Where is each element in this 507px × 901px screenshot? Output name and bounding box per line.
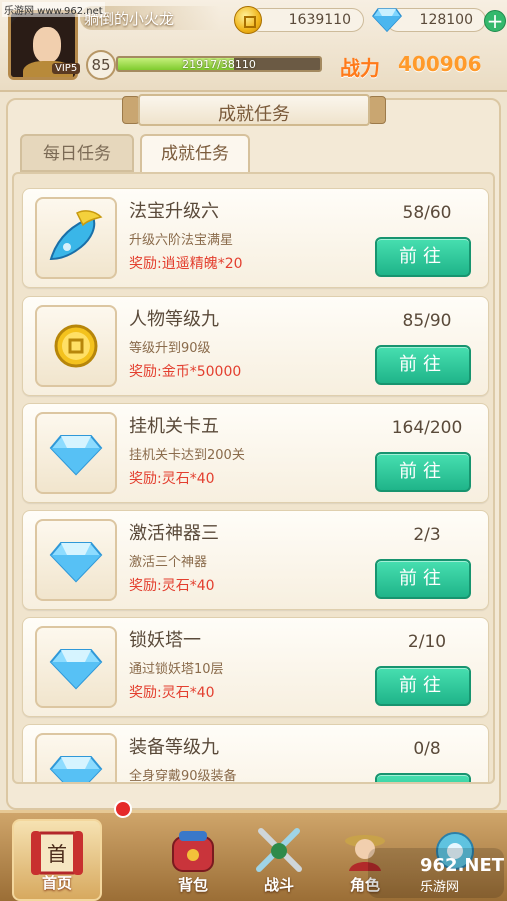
backpack-icon (172, 831, 214, 872)
power-value: 400906 (398, 52, 482, 76)
task-icon-slot (35, 733, 117, 782)
task-desc: 通过锁妖塔10层 (129, 662, 224, 677)
gold-coin-icon (54, 324, 98, 368)
site-watermark: 乐游网 www.962.net (2, 2, 105, 17)
task-progress: 58/60 (402, 203, 452, 223)
nav-backpack[interactable]: 背包 (148, 819, 238, 901)
task-reward: 奖励:灵石*40 (129, 685, 215, 701)
svg-text:首: 首 (47, 842, 67, 866)
task-icon-slot (35, 197, 117, 279)
go-button[interactable]: 前往 (375, 559, 471, 599)
task-desc: 激活三个神器 (129, 555, 208, 570)
list-item: 法宝升级六 升级六阶法宝满星 奖励:逍遥精魄*20 58/60 前往 (22, 188, 489, 288)
diamond-amount: 128100 (419, 12, 473, 28)
task-name: 装备等级九 (129, 737, 219, 758)
nav-battle[interactable]: 战斗 (234, 819, 324, 901)
diamond-icon (49, 649, 103, 690)
gold-amount: 1639110 (288, 12, 351, 28)
task-icon-slot (35, 519, 117, 601)
task-icon-slot (35, 305, 117, 387)
gold-counter: 1639110 (248, 8, 364, 32)
list-item: 锁妖塔一 通过锁妖塔10层 奖励:灵石*40 2/10 前往 (22, 617, 489, 717)
player-level: 85 (86, 50, 116, 80)
task-progress: 0/8 (413, 739, 441, 759)
task-reward: 奖励:金币*50000 (129, 364, 242, 380)
task-name: 法宝升级六 (129, 201, 219, 222)
task-name: 锁妖塔一 (129, 630, 201, 651)
task-name: 激活神器三 (129, 523, 219, 544)
nav-home[interactable]: 首 首页 (12, 819, 102, 901)
power-label: 战力 (340, 56, 380, 80)
list-item: 装备等级九 全身穿戴90级装备 0/8 前往 (22, 724, 489, 784)
task-desc: 挂机关卡达到200关 (129, 448, 245, 463)
diamond-icon (49, 435, 103, 476)
task-reward: 奖励:灵石*40 (129, 578, 215, 594)
list-item: 激活神器三 激活三个神器 奖励:灵石*40 2/3 前往 (22, 510, 489, 610)
vip-badge: VIP5 (52, 63, 81, 74)
nav-backpack-label: 背包 (177, 876, 208, 894)
swords-icon (256, 828, 302, 872)
nav-home-label: 首页 (41, 874, 72, 892)
gold-coin-icon (234, 6, 262, 34)
diamond-icon (49, 542, 103, 583)
panel-title: 成就任务 (218, 104, 290, 125)
panel-title-banner: 成就任务 (138, 90, 370, 130)
title-scroll-right (368, 96, 386, 124)
go-button[interactable]: 前往 (375, 666, 471, 706)
task-desc: 等级升到90级 (129, 341, 211, 356)
go-button[interactable]: 前往 (375, 345, 471, 385)
tab-achievement-tasks[interactable]: 成就任务 (140, 134, 250, 172)
nav-battle-label: 战斗 (263, 876, 294, 894)
task-reward: 奖励:灵石*40 (129, 471, 215, 487)
task-icon-slot (35, 626, 117, 708)
brand-text: 962.NET (420, 855, 505, 876)
diamond-icon (372, 8, 402, 32)
go-button[interactable]: 前往 (375, 237, 471, 277)
task-name: 挂机关卡五 (129, 416, 219, 437)
tab-daily-tasks[interactable]: 每日任务 (20, 134, 134, 172)
exp-text: 21917/38110 (182, 58, 256, 71)
task-desc: 全身穿戴90级装备 (129, 769, 237, 784)
magic-artifact-icon (49, 210, 103, 261)
task-progress: 2/3 (413, 525, 441, 545)
list-item: 挂机关卡五 挂机关卡达到200关 奖励:灵石*40 164/200 前往 (22, 403, 489, 503)
brand-sub: 乐游网 (420, 880, 460, 895)
task-desc: 升级六阶法宝满星 (129, 233, 234, 248)
go-button[interactable]: 前往 (375, 773, 471, 782)
task-progress: 2/10 (407, 632, 447, 652)
task-progress: 164/200 (391, 418, 463, 438)
task-name: 人物等级九 (129, 309, 219, 330)
task-progress: 85/90 (402, 311, 452, 331)
notification-dot (114, 800, 132, 818)
task-reward: 奖励:逍遥精魄*20 (129, 256, 243, 272)
list-item: 人物等级九 等级升到90级 奖励:金币*50000 85/90 前往 (22, 296, 489, 396)
task-list[interactable]: 法宝升级六 升级六阶法宝满星 奖励:逍遥精魄*20 58/60 前往 人物等级九… (12, 172, 495, 784)
diamond-icon (49, 756, 103, 782)
go-button[interactable]: 前往 (375, 452, 471, 492)
add-diamonds-button[interactable]: + (484, 10, 506, 32)
exp-bar: 21917/38110 (116, 56, 322, 72)
task-icon-slot (35, 412, 117, 494)
